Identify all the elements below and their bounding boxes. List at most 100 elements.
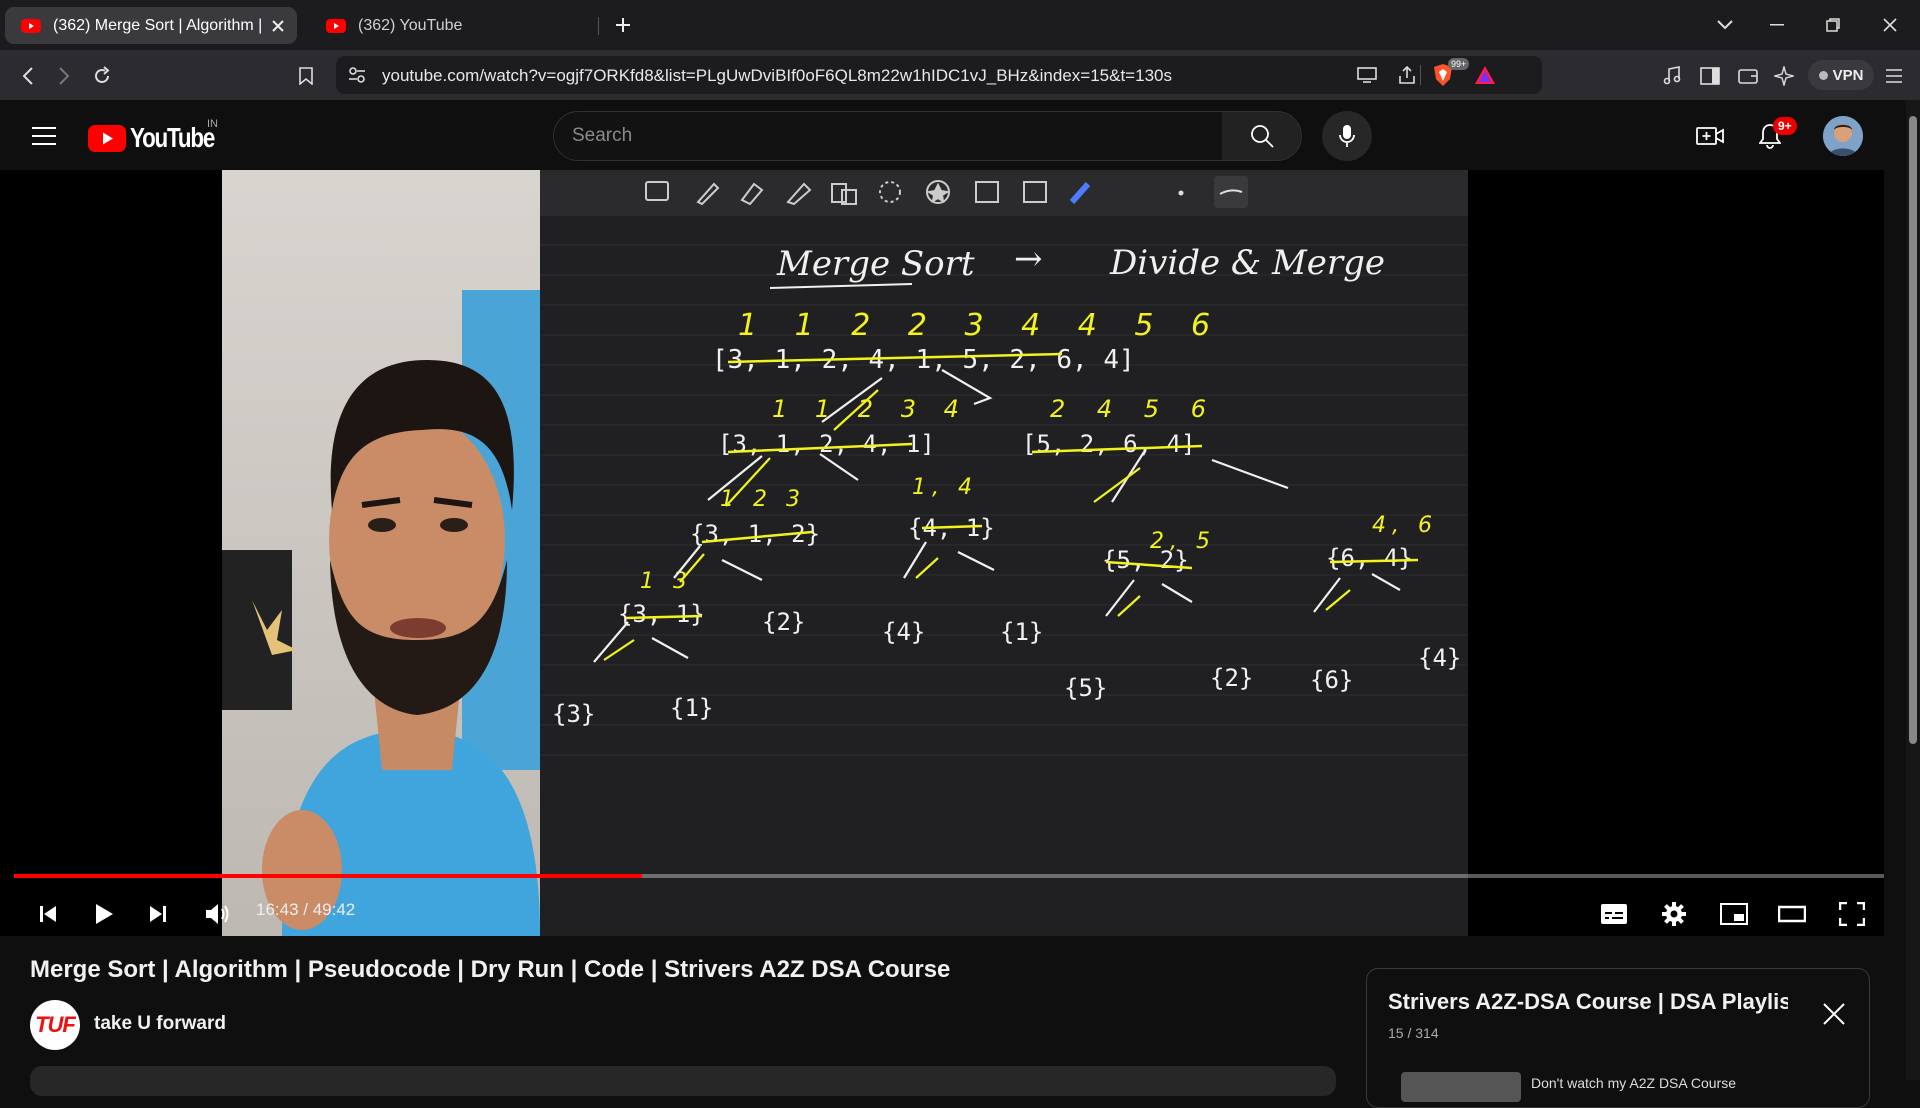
site-settings-icon[interactable] — [348, 66, 366, 84]
create-video-icon — [1696, 127, 1724, 145]
bookmark-icon[interactable] — [290, 60, 322, 92]
level4-array-1: {3} — [552, 700, 595, 728]
channel-name[interactable]: take U forward — [94, 1013, 226, 1035]
previous-button[interactable] — [26, 894, 70, 934]
region-code: IN — [207, 118, 218, 130]
tab-divider — [598, 17, 599, 35]
subtitles-button[interactable] — [1592, 894, 1636, 934]
close-tab-icon[interactable] — [263, 11, 293, 41]
whiteboard: Merge Sort → Divide & Merge 1 1 2 2 3 4 … — [540, 170, 1468, 936]
youtube-favicon-icon — [21, 18, 41, 33]
left-merged-result: 1 1 2 3 4 — [772, 395, 969, 423]
level3-array-4: {1} — [1000, 618, 1043, 646]
settings-button[interactable] — [1652, 894, 1696, 934]
tab-search-chevron-down-icon[interactable] — [1702, 8, 1748, 42]
page-scrollbar[interactable] — [1906, 100, 1920, 1080]
browser-menu-icon[interactable] — [1878, 60, 1910, 92]
level2-array-4: {6, 4} — [1326, 544, 1413, 572]
url-text[interactable]: youtube.com/watch?v=ogjf7ORKfd8&list=PLg… — [382, 66, 1172, 86]
level3-result-1: 1 3 — [640, 569, 693, 594]
playlist-title[interactable]: Strivers A2Z-DSA Course | DSA Playlist — [1388, 989, 1788, 1015]
reload-button[interactable] — [86, 60, 118, 92]
youtube-header: YouTube IN 9+ — [0, 100, 1906, 170]
heading-divide-merge: Divide & Merge — [1109, 243, 1385, 283]
browser-toolbar: youtube.com/watch?v=ogjf7ORKfd8&list=PLg… — [0, 50, 1920, 100]
cast-icon[interactable] — [1352, 60, 1382, 90]
forward-button[interactable] — [48, 60, 80, 92]
level4-array-2: {1} — [670, 694, 713, 722]
close-icon — [1823, 1003, 1845, 1025]
miniplayer-icon — [1720, 903, 1748, 925]
tab-youtube[interactable]: (362) YouTube — [310, 7, 600, 44]
level3-array-5: {5} — [1064, 674, 1107, 702]
video-title: Merge Sort | Algorithm | Pseudocode | Dr… — [30, 956, 951, 983]
new-tab-button[interactable] — [608, 10, 638, 40]
restore-button[interactable] — [1810, 8, 1856, 42]
gear-icon — [1662, 902, 1686, 926]
channel-avatar[interactable]: TUF — [30, 1000, 80, 1050]
top-merged-result: 1 1 2 2 3 4 4 5 6 — [738, 308, 1224, 343]
vpn-button[interactable]: VPN — [1808, 60, 1874, 90]
vpn-label: VPN — [1832, 66, 1864, 84]
back-button[interactable] — [12, 60, 44, 92]
search-box — [553, 111, 1223, 161]
leo-ai-icon[interactable] — [1768, 60, 1800, 92]
video-frame[interactable]: Merge Sort → Divide & Merge 1 1 2 2 3 4 … — [222, 170, 1676, 936]
progress-played — [14, 874, 643, 878]
volume-button[interactable] — [196, 894, 240, 934]
user-avatar[interactable] — [1823, 116, 1863, 156]
level3-array-6: {2} — [1210, 664, 1253, 692]
theater-mode-button[interactable] — [1770, 894, 1814, 934]
search-input[interactable] — [572, 112, 1192, 160]
tab-merge-sort[interactable]: (362) Merge Sort | Algorithm | Pseudocod… — [5, 7, 297, 44]
media-control-icon[interactable] — [1656, 60, 1688, 92]
close-window-button[interactable] — [1867, 8, 1913, 42]
heading-merge-sort: Merge Sort — [776, 244, 975, 284]
sidebar-icon[interactable] — [1694, 60, 1726, 92]
vpn-status-dot-icon — [1818, 70, 1828, 80]
playlist-next-item[interactable]: Don't watch my A2Z DSA Course — [1531, 1075, 1736, 1091]
level3-array-2: {2} — [762, 608, 805, 636]
presenter-webcam — [222, 170, 540, 936]
address-divider — [1420, 65, 1421, 85]
tab-title: (362) Merge Sort | Algorithm | Pseudocod… — [53, 16, 263, 34]
video-player[interactable]: Merge Sort → Divide & Merge 1 1 2 2 3 4 … — [0, 170, 1884, 936]
theater-mode-icon — [1778, 905, 1806, 923]
video-progress-bar[interactable] — [14, 874, 1884, 878]
playlist-panel: Strivers A2Z-DSA Course | DSA Playlist 1… — [1366, 968, 1870, 1108]
time-display: 16:43 / 49:42 — [256, 900, 356, 919]
description-box[interactable] — [30, 1066, 1336, 1096]
voice-search-button[interactable] — [1322, 111, 1372, 161]
level2-result-2: 1, 4 — [912, 475, 978, 500]
notification-count-badge: 9+ — [1773, 117, 1797, 135]
shield-badge: 99+ — [1448, 58, 1470, 70]
next-icon — [150, 906, 166, 922]
browser-tab-bar: (362) Merge Sort | Algorithm | Pseudocod… — [0, 0, 1920, 50]
create-video-button[interactable] — [1690, 118, 1730, 154]
previous-icon — [40, 906, 56, 922]
address-bar[interactable]: youtube.com/watch?v=ogjf7ORKfd8&list=PLg… — [336, 56, 1542, 94]
microphone-icon — [1339, 125, 1355, 147]
miniplayer-button[interactable] — [1712, 894, 1756, 934]
right-merged-result: 2 4 5 6 — [1050, 395, 1218, 423]
level2-array-3: {5, 2} — [1102, 546, 1189, 574]
brave-rewards-icon[interactable] — [1470, 60, 1500, 90]
next-button[interactable] — [136, 894, 180, 934]
fullscreen-button[interactable] — [1830, 894, 1874, 934]
level3-array-7: {6} — [1310, 666, 1353, 694]
search-button[interactable] — [1222, 111, 1302, 161]
avatar-image — [1823, 116, 1863, 156]
search-icon — [1250, 125, 1274, 148]
hamburger-menu-icon[interactable] — [26, 118, 62, 154]
level2-result-4: 4, 6 — [1372, 513, 1438, 538]
youtube-wordmark: YouTube — [130, 122, 215, 153]
play-button[interactable] — [82, 894, 126, 934]
playlist-item-thumbnail[interactable] — [1401, 1072, 1521, 1102]
fullscreen-icon — [1839, 902, 1865, 926]
minimize-button[interactable] — [1754, 8, 1800, 42]
share-icon[interactable] — [1392, 60, 1422, 90]
close-playlist-button[interactable] — [1817, 997, 1851, 1031]
level3-array-3: {4} — [882, 618, 925, 646]
scrollbar-thumb[interactable] — [1909, 116, 1917, 744]
wallet-icon[interactable] — [1732, 60, 1764, 92]
